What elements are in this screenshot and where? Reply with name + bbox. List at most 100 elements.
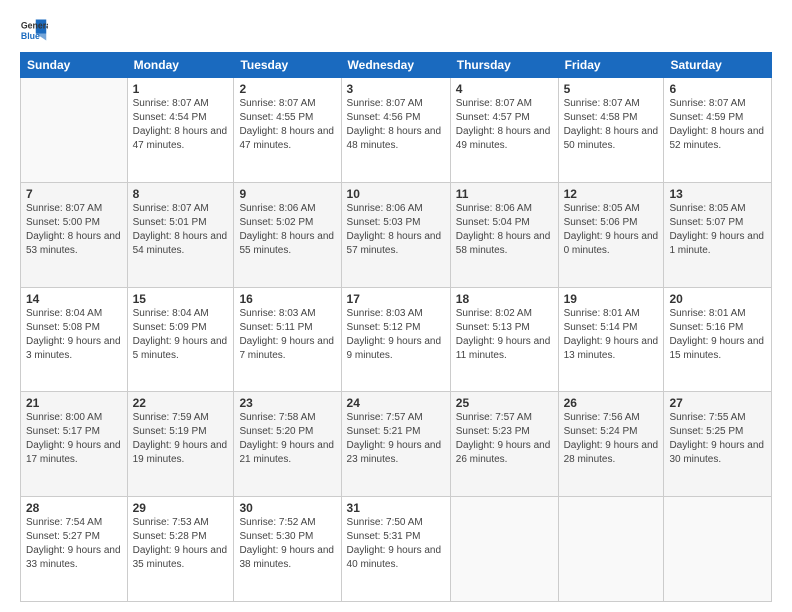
day-detail: Sunrise: 7:57 AMSunset: 5:23 PMDaylight:… bbox=[456, 411, 553, 467]
day-number: 29 bbox=[133, 501, 229, 515]
day-number: 28 bbox=[26, 501, 122, 515]
day-number: 10 bbox=[347, 187, 445, 201]
day-number: 26 bbox=[564, 396, 659, 410]
calendar-week-4: 28Sunrise: 7:54 AMSunset: 5:27 PMDayligh… bbox=[21, 497, 772, 602]
day-detail: Sunrise: 8:05 AMSunset: 5:06 PMDaylight:… bbox=[564, 202, 659, 258]
day-number: 22 bbox=[133, 396, 229, 410]
day-detail: Sunrise: 7:55 AMSunset: 5:25 PMDaylight:… bbox=[669, 411, 766, 467]
calendar-cell bbox=[450, 497, 558, 602]
calendar-cell: 5Sunrise: 8:07 AMSunset: 4:58 PMDaylight… bbox=[558, 78, 664, 183]
weekday-header-wednesday: Wednesday bbox=[341, 53, 450, 78]
calendar-cell: 25Sunrise: 7:57 AMSunset: 5:23 PMDayligh… bbox=[450, 392, 558, 497]
calendar-cell: 12Sunrise: 8:05 AMSunset: 5:06 PMDayligh… bbox=[558, 182, 664, 287]
day-number: 21 bbox=[26, 396, 122, 410]
calendar-cell: 31Sunrise: 7:50 AMSunset: 5:31 PMDayligh… bbox=[341, 497, 450, 602]
calendar-cell: 21Sunrise: 8:00 AMSunset: 5:17 PMDayligh… bbox=[21, 392, 128, 497]
calendar-cell: 13Sunrise: 8:05 AMSunset: 5:07 PMDayligh… bbox=[664, 182, 772, 287]
calendar-cell: 8Sunrise: 8:07 AMSunset: 5:01 PMDaylight… bbox=[127, 182, 234, 287]
svg-text:General: General bbox=[21, 20, 48, 30]
calendar-cell: 3Sunrise: 8:07 AMSunset: 4:56 PMDaylight… bbox=[341, 78, 450, 183]
day-detail: Sunrise: 8:00 AMSunset: 5:17 PMDaylight:… bbox=[26, 411, 122, 467]
svg-text:Blue: Blue bbox=[21, 31, 40, 41]
weekday-header-tuesday: Tuesday bbox=[234, 53, 341, 78]
day-number: 31 bbox=[347, 501, 445, 515]
page: General Blue SundayMondayTuesdayWednesda… bbox=[0, 0, 792, 612]
calendar-cell: 19Sunrise: 8:01 AMSunset: 5:14 PMDayligh… bbox=[558, 287, 664, 392]
calendar-cell: 7Sunrise: 8:07 AMSunset: 5:00 PMDaylight… bbox=[21, 182, 128, 287]
day-number: 11 bbox=[456, 187, 553, 201]
calendar-cell: 29Sunrise: 7:53 AMSunset: 5:28 PMDayligh… bbox=[127, 497, 234, 602]
calendar-cell: 22Sunrise: 7:59 AMSunset: 5:19 PMDayligh… bbox=[127, 392, 234, 497]
calendar-cell: 20Sunrise: 8:01 AMSunset: 5:16 PMDayligh… bbox=[664, 287, 772, 392]
day-detail: Sunrise: 7:53 AMSunset: 5:28 PMDaylight:… bbox=[133, 516, 229, 572]
day-detail: Sunrise: 8:06 AMSunset: 5:02 PMDaylight:… bbox=[239, 202, 335, 258]
day-number: 1 bbox=[133, 82, 229, 96]
day-detail: Sunrise: 8:07 AMSunset: 4:58 PMDaylight:… bbox=[564, 97, 659, 153]
day-detail: Sunrise: 8:07 AMSunset: 4:54 PMDaylight:… bbox=[133, 97, 229, 153]
weekday-header-friday: Friday bbox=[558, 53, 664, 78]
calendar-cell: 15Sunrise: 8:04 AMSunset: 5:09 PMDayligh… bbox=[127, 287, 234, 392]
day-detail: Sunrise: 8:07 AMSunset: 4:57 PMDaylight:… bbox=[456, 97, 553, 153]
calendar-cell: 30Sunrise: 7:52 AMSunset: 5:30 PMDayligh… bbox=[234, 497, 341, 602]
day-detail: Sunrise: 7:50 AMSunset: 5:31 PMDaylight:… bbox=[347, 516, 445, 572]
calendar-cell: 9Sunrise: 8:06 AMSunset: 5:02 PMDaylight… bbox=[234, 182, 341, 287]
calendar-cell bbox=[21, 78, 128, 183]
calendar-cell: 10Sunrise: 8:06 AMSunset: 5:03 PMDayligh… bbox=[341, 182, 450, 287]
day-number: 30 bbox=[239, 501, 335, 515]
day-detail: Sunrise: 7:58 AMSunset: 5:20 PMDaylight:… bbox=[239, 411, 335, 467]
calendar-cell bbox=[664, 497, 772, 602]
day-detail: Sunrise: 8:07 AMSunset: 5:01 PMDaylight:… bbox=[133, 202, 229, 258]
day-number: 20 bbox=[669, 292, 766, 306]
calendar-week-3: 21Sunrise: 8:00 AMSunset: 5:17 PMDayligh… bbox=[21, 392, 772, 497]
day-number: 2 bbox=[239, 82, 335, 96]
day-detail: Sunrise: 7:54 AMSunset: 5:27 PMDaylight:… bbox=[26, 516, 122, 572]
day-number: 27 bbox=[669, 396, 766, 410]
day-detail: Sunrise: 8:04 AMSunset: 5:09 PMDaylight:… bbox=[133, 307, 229, 363]
day-number: 23 bbox=[239, 396, 335, 410]
day-detail: Sunrise: 7:57 AMSunset: 5:21 PMDaylight:… bbox=[347, 411, 445, 467]
day-number: 4 bbox=[456, 82, 553, 96]
day-number: 17 bbox=[347, 292, 445, 306]
day-detail: Sunrise: 8:07 AMSunset: 4:59 PMDaylight:… bbox=[669, 97, 766, 153]
calendar-cell: 28Sunrise: 7:54 AMSunset: 5:27 PMDayligh… bbox=[21, 497, 128, 602]
day-number: 14 bbox=[26, 292, 122, 306]
day-number: 13 bbox=[669, 187, 766, 201]
calendar-cell: 6Sunrise: 8:07 AMSunset: 4:59 PMDaylight… bbox=[664, 78, 772, 183]
day-detail: Sunrise: 8:07 AMSunset: 4:56 PMDaylight:… bbox=[347, 97, 445, 153]
day-number: 15 bbox=[133, 292, 229, 306]
calendar-cell: 26Sunrise: 7:56 AMSunset: 5:24 PMDayligh… bbox=[558, 392, 664, 497]
calendar-week-1: 7Sunrise: 8:07 AMSunset: 5:00 PMDaylight… bbox=[21, 182, 772, 287]
day-detail: Sunrise: 8:04 AMSunset: 5:08 PMDaylight:… bbox=[26, 307, 122, 363]
weekday-header-saturday: Saturday bbox=[664, 53, 772, 78]
calendar-cell: 18Sunrise: 8:02 AMSunset: 5:13 PMDayligh… bbox=[450, 287, 558, 392]
day-detail: Sunrise: 7:56 AMSunset: 5:24 PMDaylight:… bbox=[564, 411, 659, 467]
day-number: 12 bbox=[564, 187, 659, 201]
weekday-header-sunday: Sunday bbox=[21, 53, 128, 78]
day-number: 25 bbox=[456, 396, 553, 410]
calendar-cell: 16Sunrise: 8:03 AMSunset: 5:11 PMDayligh… bbox=[234, 287, 341, 392]
day-detail: Sunrise: 8:01 AMSunset: 5:14 PMDaylight:… bbox=[564, 307, 659, 363]
day-number: 9 bbox=[239, 187, 335, 201]
calendar-cell: 14Sunrise: 8:04 AMSunset: 5:08 PMDayligh… bbox=[21, 287, 128, 392]
day-detail: Sunrise: 8:06 AMSunset: 5:04 PMDaylight:… bbox=[456, 202, 553, 258]
day-number: 18 bbox=[456, 292, 553, 306]
calendar-cell: 4Sunrise: 8:07 AMSunset: 4:57 PMDaylight… bbox=[450, 78, 558, 183]
day-detail: Sunrise: 8:03 AMSunset: 5:12 PMDaylight:… bbox=[347, 307, 445, 363]
day-number: 16 bbox=[239, 292, 335, 306]
calendar-cell: 17Sunrise: 8:03 AMSunset: 5:12 PMDayligh… bbox=[341, 287, 450, 392]
calendar-cell: 1Sunrise: 8:07 AMSunset: 4:54 PMDaylight… bbox=[127, 78, 234, 183]
day-detail: Sunrise: 8:07 AMSunset: 5:00 PMDaylight:… bbox=[26, 202, 122, 258]
day-detail: Sunrise: 8:07 AMSunset: 4:55 PMDaylight:… bbox=[239, 97, 335, 153]
day-detail: Sunrise: 8:02 AMSunset: 5:13 PMDaylight:… bbox=[456, 307, 553, 363]
calendar-cell: 2Sunrise: 8:07 AMSunset: 4:55 PMDaylight… bbox=[234, 78, 341, 183]
day-number: 19 bbox=[564, 292, 659, 306]
calendar-week-2: 14Sunrise: 8:04 AMSunset: 5:08 PMDayligh… bbox=[21, 287, 772, 392]
calendar-cell bbox=[558, 497, 664, 602]
day-detail: Sunrise: 8:03 AMSunset: 5:11 PMDaylight:… bbox=[239, 307, 335, 363]
calendar-cell: 11Sunrise: 8:06 AMSunset: 5:04 PMDayligh… bbox=[450, 182, 558, 287]
day-number: 6 bbox=[669, 82, 766, 96]
logo-icon: General Blue bbox=[20, 16, 48, 44]
day-number: 7 bbox=[26, 187, 122, 201]
day-detail: Sunrise: 8:01 AMSunset: 5:16 PMDaylight:… bbox=[669, 307, 766, 363]
weekday-header-thursday: Thursday bbox=[450, 53, 558, 78]
